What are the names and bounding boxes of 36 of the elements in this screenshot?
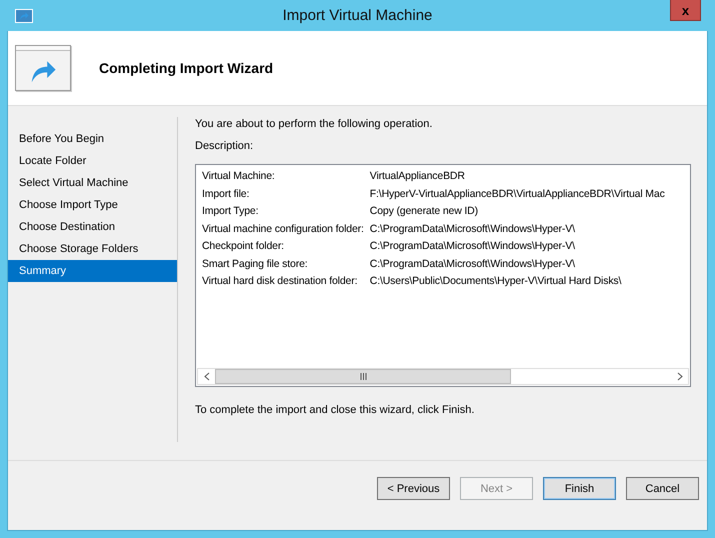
wizard-step[interactable]: Select Virtual Machine — [8, 172, 177, 194]
wizard-step[interactable]: Choose Import Type — [8, 194, 177, 216]
summary-label: Checkpoint folder: — [202, 239, 285, 254]
wizard-step[interactable]: Summary — [8, 260, 177, 282]
grip-icon — [360, 373, 366, 380]
scroll-left-icon[interactable] — [204, 372, 210, 381]
summary-label: Virtual machine configuration folder: — [202, 222, 364, 236]
summary-value: F:\HyperV-VirtualApplianceBDR\VirtualApplianceBDR\Virtual Mac — [370, 186, 665, 202]
summary-label: Smart Paging file store: — [202, 256, 309, 272]
wizard-button[interactable]: Finish — [543, 477, 616, 500]
summary-value: C:\Users\Public\Documents\Hyper-V\Virtual Hard Disks\ — [370, 274, 622, 289]
summary-label: Import Type: — [202, 204, 260, 219]
wizard-step[interactable]: Before You Begin — [8, 128, 177, 150]
window-title: Import Virtual Machine — [282, 7, 432, 24]
summary-value: C:\ProgramData\Microsoft\Windows\Hyper-V\ — [370, 256, 576, 272]
wizard-heading: Completing Import Wizard — [99, 60, 274, 76]
summary-label: Virtual hard disk destination folder: — [202, 274, 358, 289]
summary-value: C:\ProgramData\Microsoft\Windows\Hyper-V\ — [370, 239, 576, 254]
wizard-step[interactable]: Choose Destination — [8, 216, 177, 238]
summary-value: Copy (generate new ID) — [370, 204, 479, 219]
summary-value: VirtualApplianceBDR — [370, 169, 466, 184]
summary-label: Virtual Machine: — [202, 169, 276, 184]
wizard-step[interactable]: Locate Folder — [8, 150, 177, 172]
finish-instruction: To complete the import and close this wizard, click Finish. — [195, 404, 476, 416]
summary-value: C:\ProgramData\Microsoft\Windows\Hyper-V\ — [370, 222, 576, 236]
summary-label: Import file: — [202, 186, 250, 202]
wizard-step[interactable]: Choose Storage Folders — [8, 238, 177, 260]
scroll-right-icon[interactable] — [676, 372, 682, 381]
description-label: Description: — [195, 140, 254, 154]
close-button[interactable]: x — [670, 0, 701, 21]
arrow-icon — [18, 10, 30, 20]
horizontal-scrollbar[interactable] — [197, 368, 689, 385]
intro-text: You are about to perform the following operation. — [195, 117, 434, 132]
wizard-button[interactable]: < Previous — [377, 477, 450, 500]
scroll-thumb[interactable] — [215, 369, 511, 384]
wizard-button[interactable]: Cancel — [626, 477, 699, 500]
